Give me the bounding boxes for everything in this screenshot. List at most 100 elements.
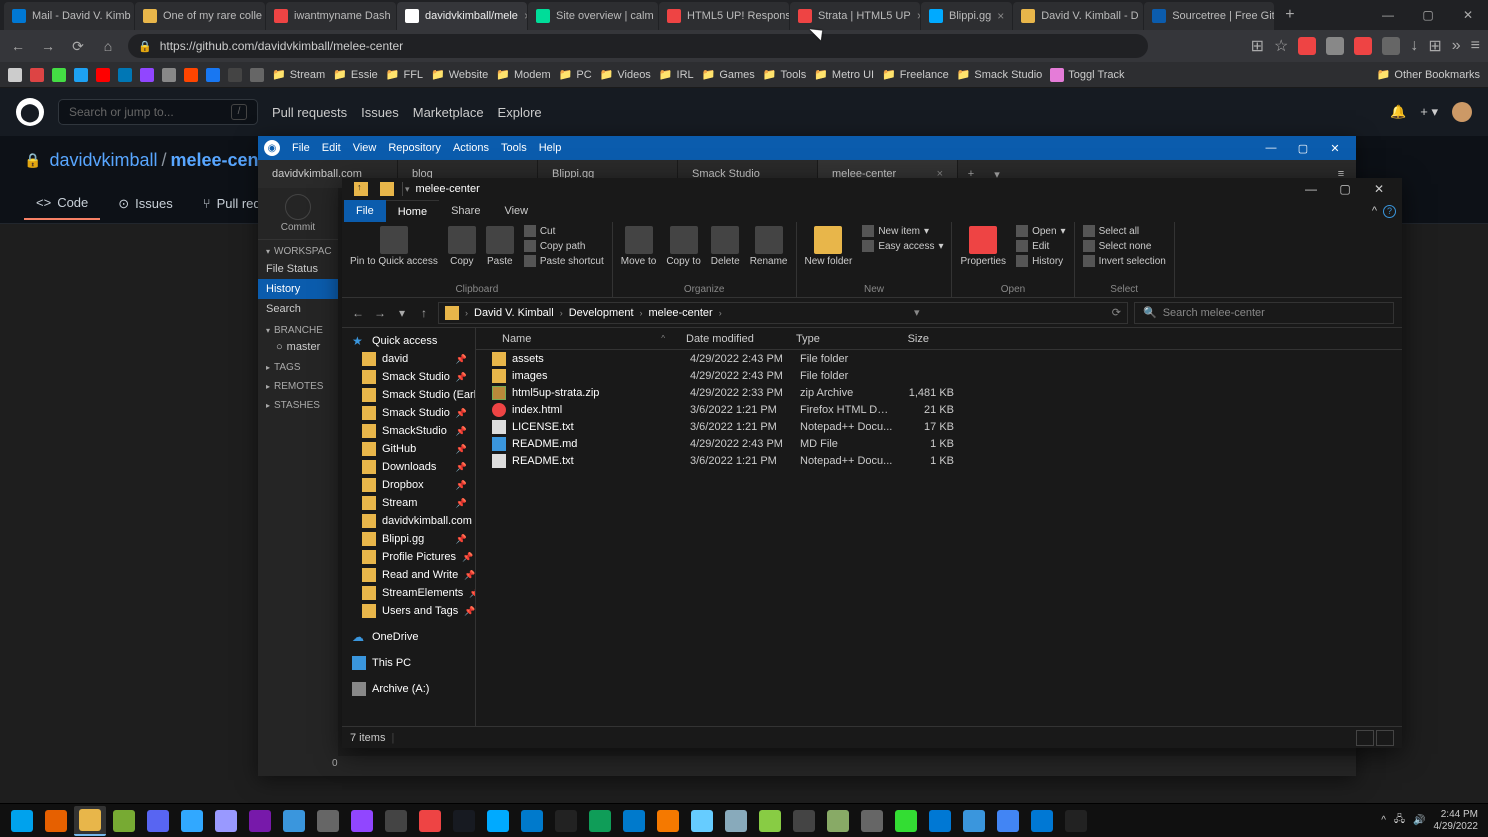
extension-icon[interactable] [1326,37,1344,55]
more-icon[interactable]: » [1452,37,1461,55]
taskbar-app10[interactable] [822,806,854,836]
bookmark[interactable] [140,68,154,82]
quick-access[interactable]: ★Quick access [342,332,475,350]
nav-pinned-item[interactable]: Read and Write📌 [342,566,475,584]
copy-to-button[interactable]: Copy to [664,224,702,269]
file-row[interactable]: index.html3/6/2022 1:21 PMFirefox HTML D… [476,401,1402,418]
nav-pinned-item[interactable]: Profile Pictures📌 [342,548,475,566]
remotes-section[interactable]: REMOTES [258,375,338,394]
copy-button[interactable]: Copy [446,224,478,269]
bookmark[interactable] [118,68,132,82]
taskbar-app4[interactable] [380,806,412,836]
repo-owner-link[interactable]: davidvkimball [49,150,157,171]
workspace-section[interactable]: WORKSPAC [258,240,338,259]
move-to-button[interactable]: Move to [619,224,659,269]
bookmark-folder[interactable]: Stream [272,68,325,81]
forward-icon[interactable]: → [38,38,58,54]
taskbar-app12[interactable] [890,806,922,836]
cut-button[interactable]: Cut [522,224,606,238]
bookmark[interactable] [184,68,198,82]
tab-code[interactable]: <>Code [24,187,100,220]
bookmark[interactable]: Toggl Track [1050,68,1124,82]
avatar[interactable] [1452,102,1472,122]
taskbar-onenote[interactable] [244,806,276,836]
recent-icon[interactable]: ▾ [394,306,410,320]
taskbar-app8[interactable] [754,806,786,836]
breadcrumb[interactable]: melee-center [645,307,717,319]
taskbar-premiere[interactable] [210,806,242,836]
thumbnails-view-icon[interactable] [1376,730,1394,746]
browser-tab[interactable]: Sourcetree | Free Git× [1144,2,1274,30]
nav-pinned-item[interactable]: davidvkimball.com📌 [342,512,475,530]
dropdown-icon[interactable]: ▾ [914,306,920,319]
column-size[interactable]: Size [880,333,940,345]
bookmark-folder[interactable]: Metro UI [814,68,874,81]
paste-button[interactable]: Paste [484,224,516,269]
close-icon[interactable]: × [917,9,920,23]
branches-section[interactable]: BRANCHE [258,319,338,338]
ribbon-tab-home[interactable]: Home [386,200,439,222]
menu-actions[interactable]: Actions [453,142,489,154]
maximize-icon[interactable]: ▢ [1288,142,1318,155]
help-icon[interactable]: ? [1383,205,1396,218]
taskbar-photoshop[interactable] [176,806,208,836]
explorer-search-input[interactable]: 🔍 Search melee-center [1134,302,1394,324]
ribbon-tab-share[interactable]: Share [439,200,492,222]
extension-icon[interactable] [1382,37,1400,55]
nav-pinned-item[interactable]: david📌 [342,350,475,368]
bookmark-folder[interactable]: FFL [386,68,423,81]
taskbar-app14[interactable] [958,806,990,836]
pin-quick-access-button[interactable]: Pin to Quick access [348,224,440,269]
back-icon[interactable]: ← [8,38,28,54]
this-pc[interactable]: This PC [342,654,475,672]
menu-icon[interactable]: ≡ [1471,37,1480,55]
breadcrumb[interactable]: Development [565,307,638,319]
nav-pinned-item[interactable]: Blippi.gg📌 [342,530,475,548]
file-row[interactable]: assets4/29/2022 2:43 PMFile folder [476,350,1402,367]
taskbar-app3[interactable] [312,806,344,836]
explorer-titlebar[interactable]: ▾ melee-center — ▢ ✕ [342,178,1402,200]
extension-icon[interactable] [1354,37,1372,55]
easy-access-button[interactable]: Easy access ▾ [860,239,945,253]
taskbar-vscode2[interactable] [618,806,650,836]
bookmark-folder[interactable]: Tools [763,68,806,81]
apps-icon[interactable]: ⊞ [1428,36,1441,56]
commit-button[interactable]: Commit [264,194,332,233]
github-logo-icon[interactable]: ⬤ [16,98,44,126]
taskbar-app7[interactable] [720,806,752,836]
bookmark[interactable] [30,68,44,82]
close-icon[interactable]: ✕ [1448,0,1488,30]
bookmark-folder[interactable]: IRL [659,68,694,81]
refresh-icon[interactable]: ⟳ [1112,306,1121,319]
menu-help[interactable]: Help [539,142,562,154]
bookmark-folder[interactable]: PC [559,68,592,81]
refresh-icon[interactable]: ⟳ [68,38,88,55]
download-icon[interactable]: ↓ [1410,37,1418,55]
nav-pinned-item[interactable]: SmackStudio📌 [342,422,475,440]
close-icon[interactable]: ✕ [1362,182,1396,196]
nav-pinned-item[interactable]: Smack Studio📌 [342,404,475,422]
bookmark[interactable] [74,68,88,82]
sourcetree-titlebar[interactable]: ◉ File Edit View Repository Actions Tool… [258,136,1356,160]
forward-icon[interactable]: → [372,306,388,320]
history-button[interactable]: History [1014,254,1068,268]
apps-icon[interactable]: ⊞ [1251,36,1264,56]
bookmark[interactable] [162,68,176,82]
copy-path-button[interactable]: Copy path [522,239,606,253]
onedrive[interactable]: ☁OneDrive [342,628,475,646]
close-icon[interactable]: × [997,9,1004,23]
taskbar-app5[interactable] [414,806,446,836]
browser-tab[interactable]: iwantmyname Dash× [266,2,396,30]
minimize-icon[interactable]: — [1368,0,1408,30]
browser-tab[interactable]: Blippi.gg× [921,2,1012,30]
bookmark-folder[interactable]: Games [702,68,755,81]
sound-icon[interactable]: 🔊 [1413,815,1425,826]
taskbar-app9[interactable] [788,806,820,836]
file-row[interactable]: README.txt3/6/2022 1:21 PMNotepad++ Docu… [476,452,1402,469]
bookmark[interactable] [206,68,220,82]
column-date[interactable]: Date modified [676,333,786,345]
taskbar-app2[interactable] [278,806,310,836]
star-icon[interactable]: ☆ [1274,36,1288,56]
taskbar-maps[interactable] [584,806,616,836]
nav-pulls[interactable]: Pull requests [272,105,347,120]
